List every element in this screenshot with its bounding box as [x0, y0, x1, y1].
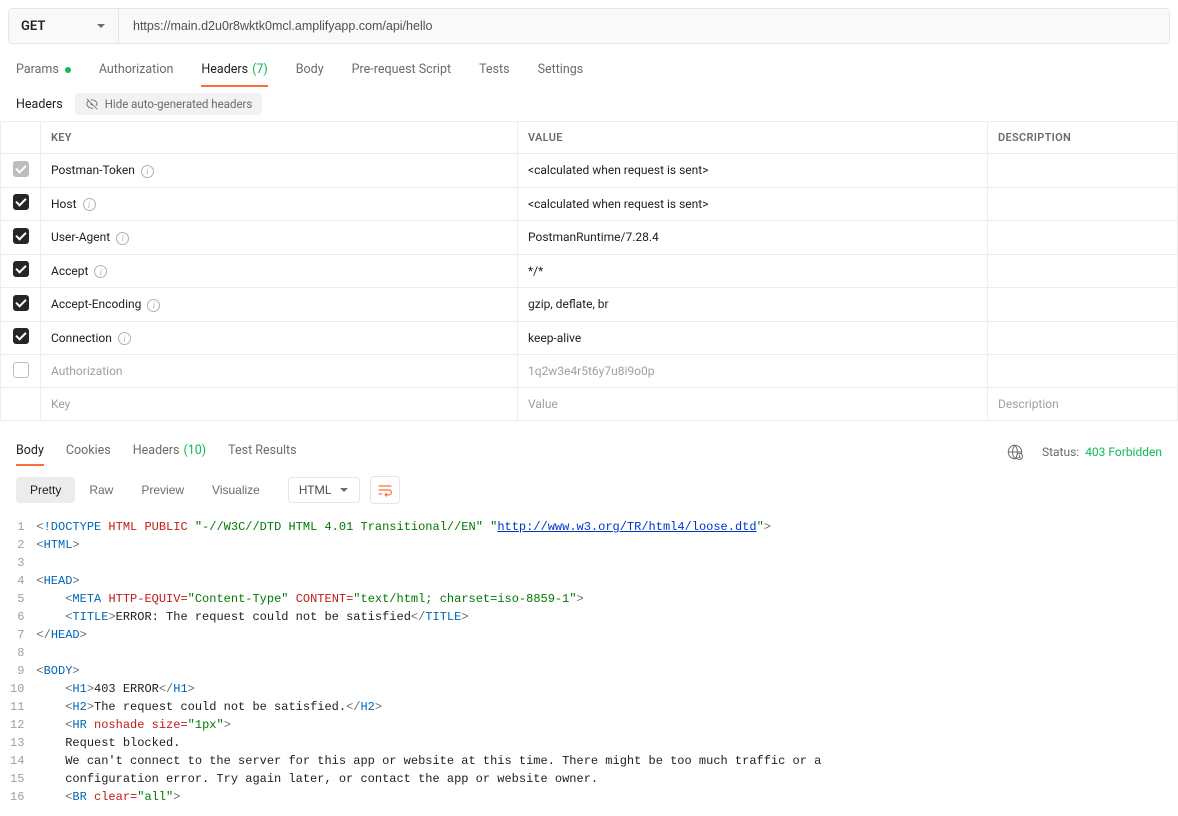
- header-value-cell[interactable]: keep-alive: [518, 321, 988, 355]
- header-key-cell[interactable]: Accept-Encodingi: [41, 288, 518, 322]
- status-label: Status:: [1042, 445, 1079, 459]
- header-row: Postman-Tokeni<calculated when request i…: [1, 154, 1178, 188]
- info-icon[interactable]: i: [94, 265, 107, 278]
- hide-autogenerated-button[interactable]: Hide auto-generated headers: [75, 93, 263, 115]
- info-icon[interactable]: i: [141, 165, 154, 178]
- method-dropdown[interactable]: GET: [9, 9, 119, 43]
- headers-title: Headers: [16, 97, 63, 112]
- tab-prerequest[interactable]: Pre-request Script: [352, 54, 451, 87]
- info-icon[interactable]: i: [83, 198, 96, 211]
- headers-table: KEY VALUE DESCRIPTION Postman-Tokeni<cal…: [0, 121, 1178, 421]
- status-value: 403 Forbidden: [1085, 445, 1162, 459]
- eye-off-icon: [85, 97, 99, 111]
- header-value-cell[interactable]: 1q2w3e4r5t6y7u8i9o0p: [518, 355, 988, 388]
- tab-authorization[interactable]: Authorization: [99, 54, 174, 87]
- header-value-cell[interactable]: <calculated when request is sent>: [518, 154, 988, 188]
- header-value-cell[interactable]: gzip, deflate, br: [518, 288, 988, 322]
- info-icon[interactable]: i: [116, 232, 129, 245]
- network-icon[interactable]: [1006, 443, 1024, 461]
- header-checkbox[interactable]: [13, 261, 29, 277]
- header-row: Accept-Encodingigzip, deflate, br: [1, 288, 1178, 322]
- header-key-cell[interactable]: Hosti: [41, 187, 518, 221]
- header-desc-cell[interactable]: [988, 221, 1178, 255]
- header-row-new[interactable]: KeyValueDescription: [1, 388, 1178, 421]
- header-value-cell[interactable]: <calculated when request is sent>: [518, 187, 988, 221]
- col-key: KEY: [41, 122, 518, 154]
- view-pretty-button[interactable]: Pretty: [16, 477, 75, 503]
- resp-tab-body[interactable]: Body: [16, 437, 44, 466]
- url-input[interactable]: [119, 9, 1169, 43]
- header-desc-cell[interactable]: [988, 154, 1178, 188]
- header-desc-cell[interactable]: [988, 254, 1178, 288]
- resp-tab-cookies[interactable]: Cookies: [66, 437, 111, 466]
- view-preview-button[interactable]: Preview: [127, 477, 198, 503]
- view-raw-button[interactable]: Raw: [75, 477, 127, 503]
- header-desc-cell[interactable]: [988, 355, 1178, 388]
- wrap-lines-button[interactable]: [370, 476, 400, 504]
- header-key-placeholder[interactable]: Key: [41, 388, 518, 421]
- tab-headers[interactable]: Headers(7): [201, 54, 267, 87]
- line-gutter: 12345678910111213141516: [10, 518, 36, 806]
- header-checkbox[interactable]: [13, 161, 29, 177]
- view-mode-segment: Pretty Raw Preview Visualize: [16, 477, 274, 503]
- resp-tab-testresults[interactable]: Test Results: [228, 437, 296, 466]
- header-key-cell[interactable]: Accepti: [41, 254, 518, 288]
- language-select[interactable]: HTML: [288, 477, 361, 503]
- header-row: Accepti*/*: [1, 254, 1178, 288]
- header-checkbox[interactable]: [13, 295, 29, 311]
- header-desc-cell[interactable]: [988, 187, 1178, 221]
- tab-tests[interactable]: Tests: [479, 54, 509, 87]
- header-value-placeholder[interactable]: Value: [518, 388, 988, 421]
- response-tabs: Body Cookies Headers(10) Test Results St…: [0, 421, 1178, 466]
- url-bar: GET: [8, 8, 1170, 44]
- col-description: DESCRIPTION: [988, 122, 1178, 154]
- resp-tab-headers[interactable]: Headers(10): [133, 437, 206, 466]
- tab-body[interactable]: Body: [296, 54, 324, 87]
- header-desc-placeholder[interactable]: Description: [988, 388, 1178, 421]
- header-value-cell[interactable]: */*: [518, 254, 988, 288]
- method-label: GET: [21, 19, 45, 34]
- request-tabs: Params Authorization Headers(7) Body Pre…: [0, 44, 1178, 87]
- header-key-cell[interactable]: User-Agenti: [41, 221, 518, 255]
- header-row: Hosti<calculated when request is sent>: [1, 187, 1178, 221]
- header-checkbox[interactable]: [13, 328, 29, 344]
- tab-settings[interactable]: Settings: [538, 54, 584, 87]
- info-icon[interactable]: i: [118, 332, 131, 345]
- header-desc-cell[interactable]: [988, 321, 1178, 355]
- header-row: Authorization1q2w3e4r5t6y7u8i9o0p: [1, 355, 1178, 388]
- col-value: VALUE: [518, 122, 988, 154]
- chevron-down-icon: [339, 485, 349, 495]
- header-checkbox[interactable]: [13, 362, 29, 378]
- header-row: User-AgentiPostmanRuntime/7.28.4: [1, 221, 1178, 255]
- header-key-cell[interactable]: Postman-Tokeni: [41, 154, 518, 188]
- header-row: Connectionikeep-alive: [1, 321, 1178, 355]
- response-code-area[interactable]: 12345678910111213141516 <!DOCTYPE HTML P…: [0, 514, 1178, 806]
- headers-subbar: Headers Hide auto-generated headers: [0, 87, 1178, 121]
- header-value-cell[interactable]: PostmanRuntime/7.28.4: [518, 221, 988, 255]
- header-checkbox[interactable]: [13, 194, 29, 210]
- header-desc-cell[interactable]: [988, 288, 1178, 322]
- col-checkbox: [1, 122, 41, 154]
- header-key-cell[interactable]: Authorization: [41, 355, 518, 388]
- tab-params[interactable]: Params: [16, 54, 71, 87]
- header-checkbox[interactable]: [13, 228, 29, 244]
- response-body-toolbar: Pretty Raw Preview Visualize HTML: [0, 466, 1178, 514]
- wrap-icon: [377, 483, 393, 497]
- params-indicator-icon: [65, 67, 71, 73]
- chevron-down-icon: [96, 21, 106, 31]
- header-key-cell[interactable]: Connectioni: [41, 321, 518, 355]
- code-content[interactable]: <!DOCTYPE HTML PUBLIC "-//W3C//DTD HTML …: [36, 518, 821, 806]
- info-icon[interactable]: i: [147, 299, 160, 312]
- view-visualize-button[interactable]: Visualize: [198, 477, 274, 503]
